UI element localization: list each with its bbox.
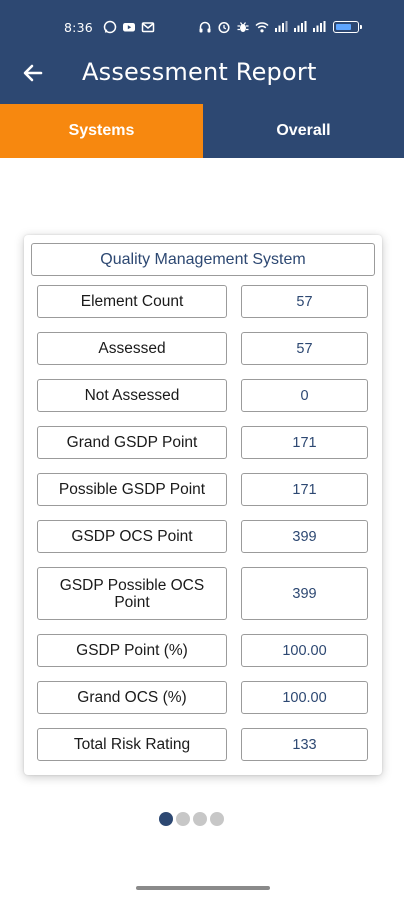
page-dot[interactable] [193, 812, 207, 826]
metric-value: 100.00 [241, 681, 368, 714]
page-title: Assessment Report [82, 58, 317, 86]
alarm-icon [218, 22, 230, 34]
metric-label: GSDP OCS Point [37, 520, 227, 553]
page-dot[interactable] [176, 812, 190, 826]
wifi-icon [255, 22, 269, 33]
whatsapp-icon [103, 20, 117, 34]
tab-systems[interactable]: Systems [0, 104, 203, 158]
metric-value: 399 [241, 567, 368, 620]
metric-value: 0 [241, 379, 368, 412]
signal-icon [294, 21, 307, 32]
metric-value: 171 [241, 426, 368, 459]
metric-label: Grand GSDP Point [37, 426, 227, 459]
status-time: 8:36 [64, 20, 93, 35]
metric-value: 57 [241, 285, 368, 318]
notification-icons [103, 20, 155, 34]
metric-value: 100.00 [241, 634, 368, 667]
metric-label: GSDP Possible OCS Point [37, 567, 227, 620]
metric-value: 57 [241, 332, 368, 365]
tab-bar: Systems Overall [0, 104, 404, 158]
system-title: Quality Management System [31, 243, 375, 276]
home-indicator[interactable] [136, 886, 270, 890]
volte-signal-icon [275, 21, 288, 32]
battery-icon [333, 21, 362, 33]
metric-label: Total Risk Rating [37, 728, 227, 761]
metric-label: Possible GSDP Point [37, 473, 227, 506]
metric-label: Element Count [37, 285, 227, 318]
bug-icon [237, 22, 249, 32]
signal-icon [313, 21, 326, 32]
headphones-icon [199, 21, 211, 33]
report-card: Quality Management System Element Count 5… [24, 235, 382, 775]
system-icons [198, 20, 362, 34]
app-header: 8:36 Assessment Report Systems Overall [0, 0, 404, 158]
metric-label: GSDP Point (%) [37, 634, 227, 667]
tab-overall[interactable]: Overall [203, 104, 404, 158]
metric-label: Grand OCS (%) [37, 681, 227, 714]
metric-value: 399 [241, 520, 368, 553]
status-bar: 8:36 [0, 14, 404, 42]
page-dot[interactable] [159, 812, 173, 826]
page-dot[interactable] [210, 812, 224, 826]
metric-label: Not Assessed [37, 379, 227, 412]
gmail-icon [141, 22, 155, 33]
battery-fill [336, 24, 352, 30]
page-indicator [159, 812, 224, 826]
metric-label: Assessed [37, 332, 227, 365]
metric-value: 171 [241, 473, 368, 506]
arrow-left-icon[interactable] [20, 60, 46, 86]
youtube-icon [123, 23, 135, 32]
metric-value: 133 [241, 728, 368, 761]
